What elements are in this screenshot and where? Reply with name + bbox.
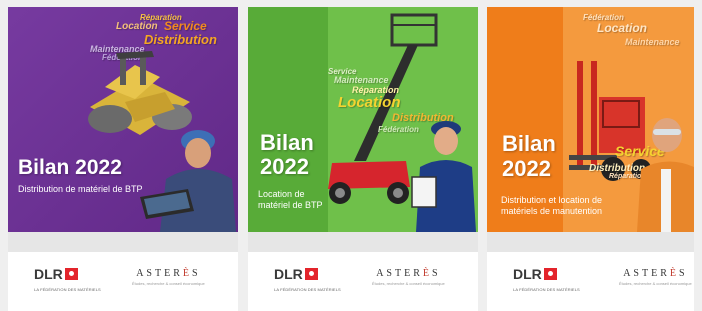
report-cover-3[interactable]: Fédération Location Maintenance Service …	[487, 7, 694, 232]
asteres-logo-text: ASTERÈS	[623, 268, 688, 279]
report-card-3[interactable]: Fédération Location Maintenance Service …	[487, 7, 694, 311]
word-service: Service	[164, 19, 207, 33]
report-card-2[interactable]: Service Maintenance Réparation Location …	[248, 7, 478, 311]
asteres-logo: ASTERÈS Études, recherche & conseil écon…	[372, 268, 445, 286]
word-location: Location	[116, 21, 158, 32]
asteres-logo-tagline: Études, recherche & conseil économique	[132, 281, 205, 286]
asteres-logo-text: ASTERÈS	[376, 268, 441, 279]
report-card-1[interactable]: Réparation Location Service Distribution…	[8, 7, 238, 311]
cover-title-line2: 2022	[502, 156, 551, 181]
dlr-logo-mark	[543, 268, 557, 280]
logo-bar: DLR LA FÉDÉRATION DES MATÉRIELS ASTERÈS …	[248, 252, 478, 311]
dlr-logo-mark	[64, 268, 78, 280]
card-divider	[248, 232, 478, 252]
worker-with-laptop-illustration	[140, 130, 236, 232]
worker-with-glasses-illustration	[637, 118, 694, 232]
cover-subtitle-line1: Distribution et location de	[501, 195, 603, 205]
dlr-logo-text: DLR	[274, 266, 303, 282]
woman-with-clipboard-illustration	[411, 121, 476, 232]
asteres-logo: ASTERÈS Études, recherche & conseil écon…	[132, 268, 205, 286]
word-maintenance: Maintenance	[334, 75, 389, 85]
asteres-logo-tagline: Études, recherche & conseil économique	[619, 281, 692, 286]
logo-bar: DLR LA FÉDÉRATION DES MATÉRIELS ASTERÈS …	[8, 252, 238, 311]
logo-bar: DLR LA FÉDÉRATION DES MATÉRIELS ASTERÈS …	[487, 252, 694, 311]
word-maintenance: Maintenance	[625, 37, 680, 47]
asteres-logo: ASTERÈS Études, recherche & conseil écon…	[619, 268, 692, 286]
dlr-logo-text: DLR	[513, 266, 542, 282]
dlr-logo-text: DLR	[34, 266, 63, 282]
dlr-logo-tagline: LA FÉDÉRATION DES MATÉRIELS	[513, 287, 580, 292]
cover-subtitle-line2: matériel de BTP	[258, 200, 323, 210]
dlr-logo: DLR LA FÉDÉRATION DES MATÉRIELS	[513, 267, 580, 292]
asteres-logo-text: ASTERÈS	[136, 268, 201, 279]
report-strip: Réparation Location Service Distribution…	[0, 0, 702, 311]
word-location: Location	[338, 94, 401, 111]
word-distribution: Distribution	[144, 32, 217, 47]
cover-title-line1: Bilan	[260, 130, 314, 155]
dlr-logo-tagline: LA FÉDÉRATION DES MATÉRIELS	[34, 287, 101, 292]
dlr-logo: DLR LA FÉDÉRATION DES MATÉRIELS	[274, 267, 341, 292]
word-location: Location	[597, 21, 647, 35]
cover-subtitle: Distribution de matériel de BTP	[18, 184, 143, 194]
cover-title-line1: Bilan	[502, 131, 556, 156]
cover-title-line2: 2022	[260, 154, 309, 179]
report-cover-1[interactable]: Réparation Location Service Distribution…	[8, 7, 238, 232]
cover-subtitle-line1: Location de	[258, 189, 305, 199]
card-divider	[8, 232, 238, 252]
dlr-logo-tagline: LA FÉDÉRATION DES MATÉRIELS	[274, 287, 341, 292]
card-divider	[487, 232, 694, 252]
report-cover-2[interactable]: Service Maintenance Réparation Location …	[248, 7, 478, 232]
asteres-logo-tagline: Études, recherche & conseil économique	[372, 281, 445, 286]
cover-title: Bilan 2022	[18, 156, 122, 179]
cover-subtitle-line2: matériels de manutention	[501, 206, 603, 216]
dlr-logo-mark	[304, 268, 318, 280]
dlr-logo: DLR LA FÉDÉRATION DES MATÉRIELS	[34, 267, 101, 292]
